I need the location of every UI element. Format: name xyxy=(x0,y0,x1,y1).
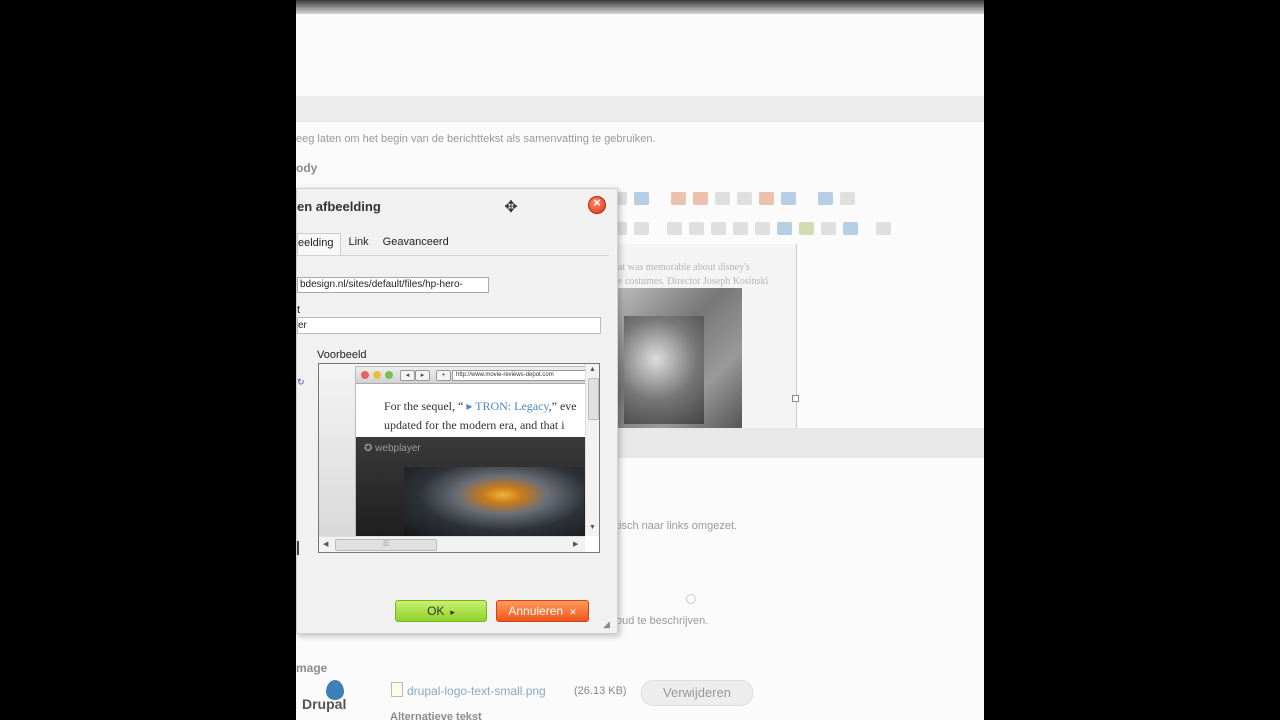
dialog-title: en afbeelding xyxy=(297,199,381,214)
preview-browser-image: ◂ ▸ + http://www.movie-reviews-depot.com… xyxy=(355,366,585,536)
editor-text-line-2: e costumes. Director Joseph Kosinski xyxy=(618,276,769,287)
scroll-up-icon[interactable]: ▲ xyxy=(589,366,596,373)
alt-text-label: Alternatieve tekst xyxy=(390,711,482,720)
ok-arrow-icon: ▸ xyxy=(450,607,455,617)
preview-text-line-1: For the sequel, “ ▸ TRON: Legacy,” eve xyxy=(384,399,577,413)
summary-hint: eeg laten om het begin van de berichttek… xyxy=(296,133,656,145)
editor-image-detail xyxy=(624,316,704,424)
toolbar-hr-icon[interactable] xyxy=(737,191,752,205)
tab-advanced[interactable]: Geavanceerd xyxy=(376,233,456,255)
add-tab-icon: + xyxy=(436,370,451,381)
preview-box: ◂ ▸ + http://www.movie-reviews-depot.com… xyxy=(318,363,600,553)
radio-option[interactable] xyxy=(686,594,696,604)
toolbar-search-icon[interactable] xyxy=(840,191,855,205)
forward-icon: ▸ xyxy=(415,370,430,381)
resize-handle[interactable] xyxy=(792,395,799,402)
toolbar-unlink-icon[interactable] xyxy=(821,221,836,235)
browser-url: http://www.movie-reviews-depot.com xyxy=(452,370,585,381)
ok-label: OK xyxy=(427,604,445,618)
toolbar-align-right-icon[interactable] xyxy=(711,221,726,235)
close-dot-icon xyxy=(361,371,369,379)
toolbar-rtl-icon[interactable] xyxy=(777,221,792,235)
window-top-bar xyxy=(296,0,984,14)
tab-link[interactable]: Link xyxy=(341,233,375,255)
section-header-band xyxy=(296,96,984,122)
cms-screen: eeg laten om het begin van de berichttek… xyxy=(296,0,984,720)
back-icon: ◂ xyxy=(400,370,415,381)
cancel-label: Annuleren xyxy=(508,604,564,618)
preview-vertical-scrollbar[interactable]: ▲ ▼ xyxy=(585,364,599,536)
toolbar-eraser-icon[interactable] xyxy=(634,191,649,205)
preview-horizontal-scrollbar[interactable]: ◀ ⁞⁞⁞ ▶ xyxy=(319,536,585,552)
toolbar-omega-icon[interactable] xyxy=(781,191,796,205)
toolbar-ltr-icon[interactable] xyxy=(755,221,770,235)
toolbar-format-icon[interactable] xyxy=(876,221,891,235)
body-label: ody xyxy=(296,161,318,175)
horizontal-scroll-thumb[interactable]: ⁞⁞⁞ xyxy=(335,539,437,551)
editor-toolbar-row-1 xyxy=(612,188,855,208)
webplayer-area: ✪ webplayer xyxy=(356,437,585,536)
preview-text-line-2: updated for the modern era, and that i xyxy=(384,418,565,432)
alt-label: t xyxy=(297,304,301,316)
cancel-button[interactable]: Annuleren ✕ xyxy=(496,600,589,622)
editor-toolbar-row-2 xyxy=(612,218,891,238)
toolbar-flash-icon[interactable] xyxy=(693,191,708,205)
dialog-tabs: eelding Link Geavanceerd xyxy=(297,233,456,256)
links-hint: tisch naar links omgezet. xyxy=(616,520,738,532)
scroll-right-icon[interactable]: ▶ xyxy=(573,540,578,548)
scroll-left-icon[interactable]: ◀ xyxy=(323,540,328,548)
ok-button[interactable]: OK ▸ xyxy=(395,600,487,622)
close-button[interactable] xyxy=(588,195,606,214)
file-icon xyxy=(391,682,403,697)
file-link[interactable]: drupal-logo-text-small.png xyxy=(407,684,546,698)
toolbar-image-icon[interactable] xyxy=(671,191,686,205)
tab-divider xyxy=(297,255,609,256)
scroll-down-icon[interactable]: ▼ xyxy=(589,524,596,531)
tron-image xyxy=(404,467,584,536)
toolbar-quote-icon[interactable] xyxy=(634,221,649,235)
lock-ratio-icon[interactable]: ↻ xyxy=(297,377,305,388)
toolbar-align-center-icon[interactable] xyxy=(689,221,704,235)
preview-label: Voorbeeld xyxy=(317,349,367,361)
drupal-logo-text: Drupal xyxy=(302,696,347,712)
browser-chrome: ◂ ▸ + http://www.movie-reviews-depot.com xyxy=(356,367,585,384)
reset-size-marker xyxy=(297,541,299,555)
toolbar-table-insert-icon[interactable] xyxy=(715,191,730,205)
image-properties-dialog: en afbeelding ✥ eelding Link Geavanceerd… xyxy=(296,188,618,634)
preview-background xyxy=(319,364,355,536)
dialog-resize-grip-icon[interactable]: ◢ xyxy=(603,619,613,629)
tab-image-info[interactable]: eelding xyxy=(297,233,342,256)
file-size: (26.13 KB) xyxy=(574,685,627,697)
describe-hint: oud te beschrijven. xyxy=(616,615,709,627)
webplayer-logo: ✪ webplayer xyxy=(364,443,421,454)
minimize-dot-icon xyxy=(373,371,381,379)
image-section-label: mage xyxy=(296,661,328,675)
toolbar-iframe-icon[interactable] xyxy=(818,191,833,205)
toolbar-smiley-icon[interactable] xyxy=(759,191,774,205)
editor-content-area[interactable]: at was memorable about disney's e costum… xyxy=(612,244,797,428)
preview-viewport: ◂ ▸ + http://www.movie-reviews-depot.com… xyxy=(319,364,585,536)
toolbar-link-icon[interactable] xyxy=(799,221,814,235)
editor-text-line-1: at was memorable about disney's xyxy=(618,262,750,273)
url-input[interactable]: bdesign.nl/sites/default/files/hp-hero- xyxy=(297,277,489,293)
alt-input[interactable]: er xyxy=(297,317,601,334)
toolbar-justify-icon[interactable] xyxy=(733,221,748,235)
vertical-scroll-thumb[interactable] xyxy=(588,378,599,420)
remove-button[interactable]: Verwijderen xyxy=(641,680,753,706)
toolbar-anchor-icon[interactable] xyxy=(843,221,858,235)
zoom-dot-icon xyxy=(385,371,393,379)
toolbar-align-left-icon[interactable] xyxy=(667,221,682,235)
move-icon[interactable]: ✥ xyxy=(502,199,520,217)
cancel-x-icon: ✕ xyxy=(569,607,577,617)
